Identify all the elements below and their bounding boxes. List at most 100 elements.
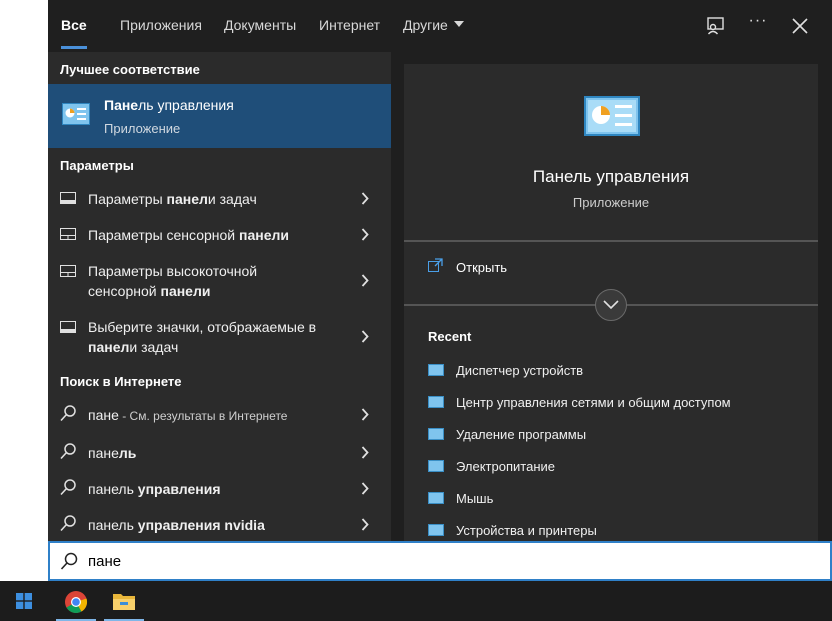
control-panel-item-icon (428, 395, 444, 408)
web-result-1-label: пане - См. результаты в Интернете (88, 405, 287, 426)
recent-item[interactable]: Диспетчер устройств (428, 363, 583, 378)
chevron-right-icon (361, 274, 369, 287)
text-part-bold: панел (88, 339, 130, 355)
chevron-right-icon (361, 408, 369, 421)
settings-touchpad[interactable]: Параметры сенсорной панели (48, 222, 391, 246)
text-part: Параметры сенсорной (88, 227, 239, 243)
best-match-header: Лучшее соответствие (60, 62, 200, 77)
close-icon[interactable] (788, 14, 812, 38)
settings-taskbar-icons[interactable]: Выберите значки, отображаемые в панели з… (48, 314, 391, 358)
chrome-icon (65, 591, 88, 613)
taskbar-chrome[interactable] (52, 581, 100, 621)
recent-item-label: Электропитание (456, 459, 555, 474)
text-line: Выберите значки, отображаемые в (88, 317, 316, 337)
results-list: Лучшее соответствие Панель управления Пр… (48, 52, 391, 541)
control-panel-item-icon (428, 491, 444, 504)
text-line: Параметры высокоточной (88, 261, 257, 281)
open-icon (428, 258, 443, 272)
chevron-right-icon (361, 482, 369, 495)
web-result-3[interactable]: панель управления (48, 476, 391, 500)
settings-touchpad-label: Параметры сенсорной панели (88, 225, 289, 245)
text-part-bold: панели (239, 227, 289, 243)
preview-title: Панель управления (532, 167, 690, 186)
text-part-bold: ль (118, 445, 137, 461)
filter-tabs: Все Приложения Документы Интернет Другие… (48, 0, 832, 52)
text-part: панель (88, 481, 138, 497)
settings-precision-touchpad-label: Параметры высокоточной сенсорной панели (88, 261, 257, 301)
tab-more[interactable]: Другие (403, 0, 464, 52)
best-match-subtitle: Приложение (104, 121, 181, 136)
web-result-1[interactable]: пане - См. результаты в Интернете (48, 402, 391, 426)
more-label: ··· (748, 12, 768, 29)
recent-item-label: Диспетчер устройств (456, 363, 584, 378)
best-match-title: Панель управления (104, 97, 234, 113)
web-result-4-label: панель управления nvidia (88, 515, 265, 535)
tab-web[interactable]: Интернет (319, 0, 380, 52)
text-part: пане (88, 445, 119, 461)
text-part-bold: управления (137, 481, 221, 497)
text-part-bold: панел (166, 191, 208, 207)
best-match-title-bold: Пане (104, 97, 139, 113)
touchpad-settings-icon (60, 228, 76, 240)
recent-item-label: Центр управления сетями и общим доступом (456, 395, 731, 410)
chevron-right-icon (361, 518, 369, 531)
text-part-bold: панели (160, 283, 211, 299)
chevron-down-icon (603, 300, 619, 310)
chevron-right-icon (361, 330, 369, 343)
web-search-header: Поиск в Интернете (60, 374, 182, 389)
control-panel-icon (584, 96, 640, 136)
recent-item[interactable]: Мышь (428, 491, 493, 506)
recent-item-label: Устройства и принтеры (456, 523, 597, 538)
search-icon (60, 405, 76, 422)
settings-precision-touchpad[interactable]: Параметры высокоточной сенсорной панели (48, 258, 391, 302)
tab-documents[interactable]: Документы (224, 0, 296, 52)
recent-item-label: Удаление программы (456, 427, 587, 442)
search-panel: Все Приложения Документы Интернет Другие… (48, 0, 832, 541)
settings-header: Параметры (60, 158, 134, 173)
control-panel-item-icon (428, 459, 444, 472)
text-part: и задач (207, 191, 257, 207)
recent-item[interactable]: Удаление программы (428, 427, 586, 442)
best-match-title-rest: ль управления (138, 97, 234, 113)
start-button[interactable] (0, 581, 48, 621)
text-part: и задач (129, 339, 179, 355)
web-result-3-label: панель управления (88, 479, 221, 499)
caret-down-icon (453, 21, 464, 28)
search-box[interactable]: пане (48, 541, 832, 581)
open-label: Открыть (456, 260, 508, 275)
chevron-right-icon (361, 228, 369, 241)
tab-all[interactable]: Все (61, 0, 87, 52)
text-part: Параметры высокоточной (88, 263, 258, 279)
web-result-2-label: панель (88, 443, 136, 463)
best-match-control-panel[interactable]: Панель управления Приложение (48, 84, 391, 148)
web-result-4[interactable]: панель управления nvidia (48, 512, 391, 536)
more-icon[interactable]: ··· (746, 12, 770, 36)
recent-item[interactable]: Электропитание (428, 459, 555, 474)
recent-item-label: Мышь (456, 491, 494, 506)
chevron-right-icon (361, 446, 369, 459)
touchpad-settings-icon (60, 265, 76, 277)
taskbar-file-explorer[interactable] (100, 581, 148, 621)
recent-item[interactable]: Устройства и принтеры (428, 523, 597, 538)
tab-all-label: Все (61, 17, 87, 33)
tab-apps[interactable]: Приложения (120, 0, 202, 52)
tab-web-label: Интернет (319, 17, 381, 33)
search-icon (60, 443, 76, 460)
feedback-icon[interactable] (704, 14, 728, 38)
control-panel-item-icon (428, 523, 444, 536)
tab-documents-label: Документы (224, 17, 297, 33)
text-part: панель (88, 517, 138, 533)
control-panel-item-icon (428, 427, 444, 440)
search-icon (60, 515, 76, 532)
expand-button[interactable] (595, 289, 627, 321)
preview-pane: Панель управления Приложение Открыть Rec… (404, 64, 818, 541)
control-panel-icon (62, 103, 90, 125)
settings-taskbar-label: Параметры панели задач (88, 189, 257, 209)
web-result-2[interactable]: панель (48, 440, 391, 464)
tab-more-label: Другие (403, 17, 448, 33)
search-query: пане (88, 553, 122, 570)
text-line: сенсорной панели (88, 281, 257, 301)
settings-taskbar[interactable]: Параметры панели задач (48, 186, 391, 210)
recent-item[interactable]: Центр управления сетями и общим доступом (428, 395, 731, 410)
tab-apps-label: Приложения (120, 17, 202, 33)
